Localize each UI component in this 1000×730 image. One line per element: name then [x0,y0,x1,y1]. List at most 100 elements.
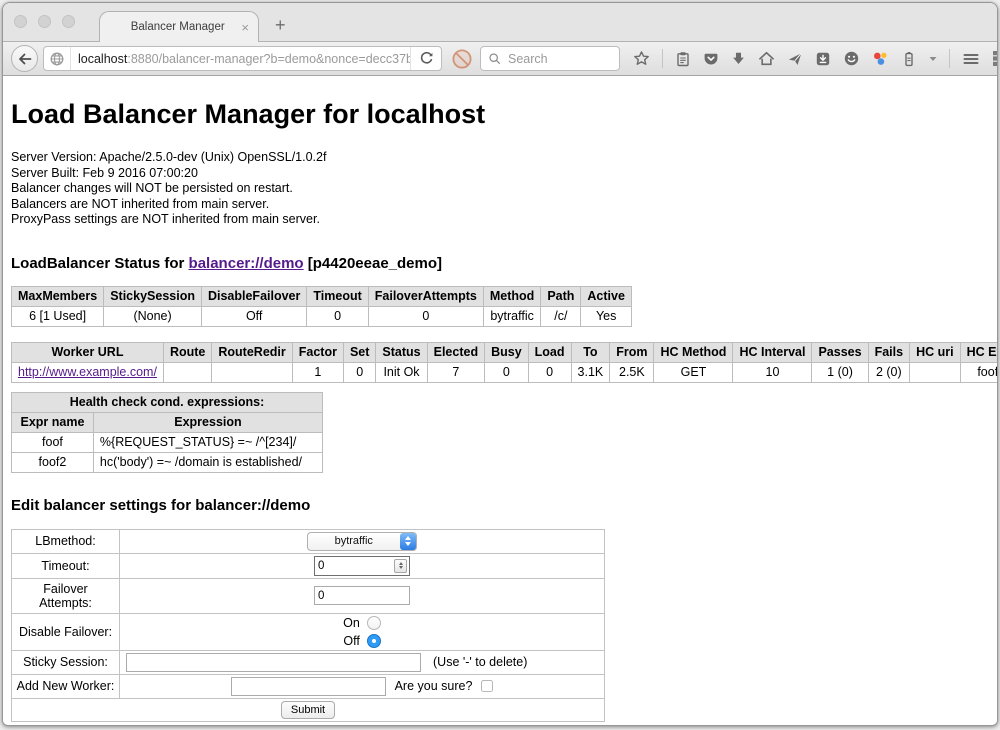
balancer-table-row: 6 [1 Used] (None) Off 0 0 bytraffic /c/ … [12,306,632,326]
timeout-input[interactable] [315,560,394,572]
sticky-session-input[interactable] [126,653,421,672]
number-spinner-icon[interactable] [394,559,407,573]
lbmethod-label: LBmethod: [12,529,120,553]
disable-failover-row: Disable Failover: On Off [12,613,605,650]
hc-table-row: foof %{REQUEST_STATUS} =~ /^[234]/ [12,432,323,452]
hc-table-header-row: Expr name Expression [12,412,323,432]
bookmark-star-button[interactable] [633,50,650,67]
star-icon [633,50,650,67]
hc-table-row: foof2 hc('body') =~ /domain is establish… [12,452,323,472]
health-check-table: Health check cond. expressions: Expr nam… [11,392,323,473]
failover-attempts-row: Failover Attempts: [12,578,605,613]
col-timeout: Timeout [307,286,368,306]
worker-table-row: http://www.example.com/ 1 0 Init Ok 7 0 … [12,362,998,382]
download-arrow-icon [731,51,746,66]
download-button[interactable] [731,51,746,66]
col-path: Path [541,286,581,306]
sticky-session-note: (Use '-' to delete) [433,655,527,669]
add-worker-row: Add New Worker: Are you sure? [12,674,605,698]
title-bar: Balancer Manager × + [3,3,997,41]
balancer-settings-form: LBmethod: bytraffic Timeout: [11,529,605,722]
balancer-demo-link[interactable]: balancer://demo [189,255,304,272]
disable-failover-radios: On Off [343,616,381,648]
are-you-sure-checkbox[interactable] [481,680,493,692]
worker-table-header-row: Worker URL Route RouteRedir Factor Set S… [12,342,998,362]
toolbar-icons [633,49,998,68]
server-info: Server Version: Apache/2.5.0-dev (Unix) … [11,150,989,228]
proxypass-note-line: ProxyPass settings are NOT inherited fro… [11,212,989,228]
timeout-row: Timeout: [12,553,605,578]
timeout-label: Timeout: [12,553,120,578]
window-controls [14,15,75,28]
colors-addon-button[interactable] [872,50,889,67]
send-tab-button[interactable] [787,51,803,67]
toolbar-divider [662,49,663,68]
balancer-status-table: MaxMembers StickySession DisableFailover… [11,286,632,327]
col-disablefailover: DisableFailover [201,286,306,306]
close-window-button[interactable] [14,15,27,28]
radio-off[interactable] [367,634,381,648]
radio-on[interactable] [367,616,381,630]
reload-button[interactable] [410,47,441,70]
status-heading-prefix: LoadBalancer Status for [11,255,189,272]
tab-title: Balancer Manager [114,21,241,33]
clipboard-icon [675,51,691,67]
radio-off-label: Off [343,634,359,648]
grid-icon [992,50,998,67]
col-stickysession: StickySession [104,286,202,306]
content-blocker-button[interactable] [451,48,473,70]
home-button[interactable] [758,50,775,67]
feedback-button[interactable] [843,50,860,67]
sticky-session-label: Sticky Session: [12,650,120,674]
add-worker-input[interactable] [231,677,386,696]
col-active: Active [581,286,632,306]
menu-button[interactable] [962,51,980,67]
battery-addon-button[interactable] [901,51,917,67]
server-version-line: Server Version: Apache/2.5.0-dev (Unix) … [11,150,989,166]
url-text[interactable]: localhost:8880/balancer-manager?b=demo&n… [71,52,410,66]
downloads-square-icon [815,51,831,67]
hamburger-menu-icon [962,51,980,67]
browser-window: Balancer Manager × + localhost:8880/bala… [2,2,998,726]
navigation-toolbar: localhost:8880/balancer-manager?b=demo&n… [3,41,997,76]
search-bar[interactable] [480,46,620,71]
minimize-window-button[interactable] [38,15,51,28]
new-tab-button[interactable]: + [275,15,286,36]
tab-close-icon[interactable]: × [241,21,249,34]
lbmethod-select[interactable]: bytraffic [307,532,417,551]
submit-button[interactable]: Submit [281,701,335,719]
reading-list-button[interactable] [675,51,691,67]
back-button[interactable] [11,45,38,72]
url-host: localhost [78,52,127,66]
home-icon [758,50,775,67]
inherit-note-line: Balancers are NOT inherited from main se… [11,197,989,213]
disable-failover-label: Disable Failover: [12,613,120,650]
page-content: Load Balancer Manager for localhost Serv… [3,76,997,725]
color-dots-icon [872,50,889,67]
caret-down-icon [929,56,937,62]
back-arrow-icon [17,51,33,67]
timeout-field-wrap [314,556,410,576]
page-title: Load Balancer Manager for localhost [11,76,989,130]
loadbalancer-status-heading: LoadBalancer Status for balancer://demo … [11,255,989,272]
lbmethod-selected-value: bytraffic [308,535,400,547]
url-bar[interactable]: localhost:8880/balancer-manager?b=demo&n… [43,46,442,71]
site-identity-globe-icon[interactable] [44,47,71,70]
failover-attempts-label: Failover Attempts: [12,578,120,613]
search-input[interactable] [508,52,612,66]
failover-attempts-input[interactable] [314,586,410,605]
tab-groups-button[interactable] [992,50,998,67]
balancer-table-header-row: MaxMembers StickySession DisableFailover… [12,286,632,306]
overflow-caret-button[interactable] [929,56,937,62]
submit-row: Submit [12,698,605,721]
browser-tab[interactable]: Balancer Manager × [99,11,259,42]
hc-table-title: Health check cond. expressions: [12,392,323,412]
hc-table-title-row: Health check cond. expressions: [12,392,323,412]
zoom-window-button[interactable] [62,15,75,28]
downloads-panel-button[interactable] [815,51,831,67]
smiley-icon [843,50,860,67]
worker-url-link[interactable]: http://www.example.com/ [18,365,157,379]
pocket-button[interactable] [703,51,719,67]
blocked-circle-icon [451,48,473,70]
col-maxmembers: MaxMembers [12,286,104,306]
